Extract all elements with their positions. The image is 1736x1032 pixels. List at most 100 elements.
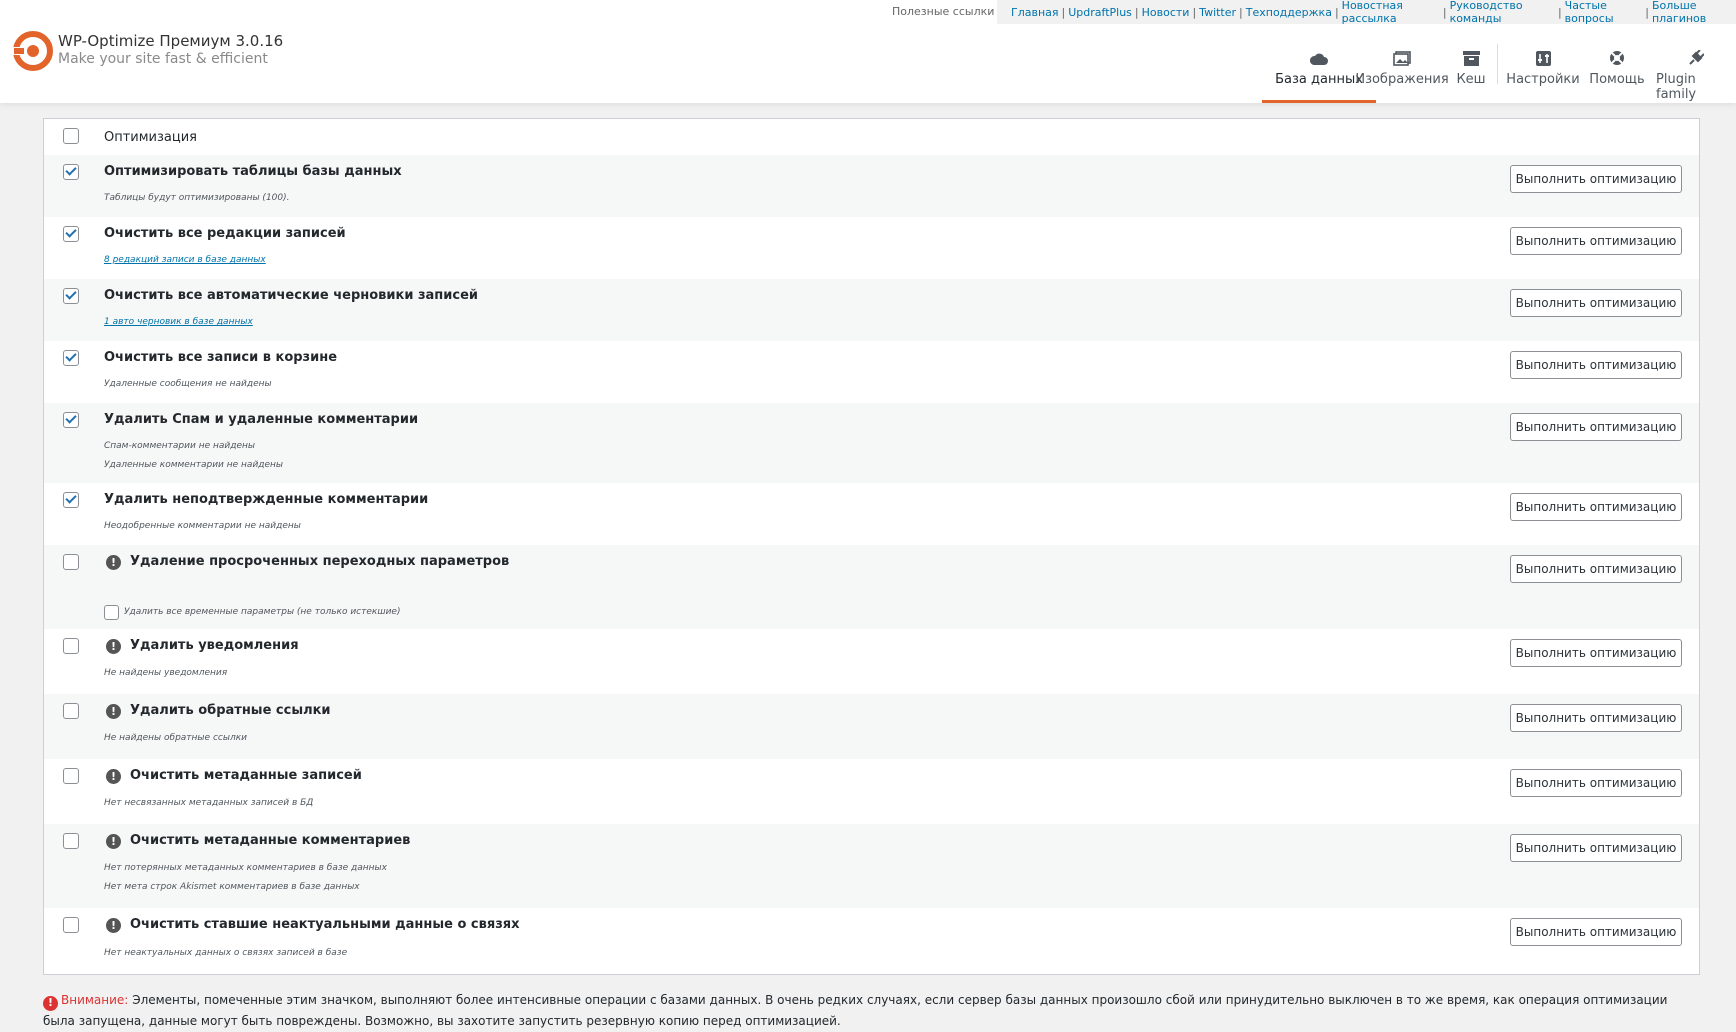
table-row: Очистить все записи в корзине Удаленные …	[44, 341, 1699, 403]
run-optimization-button[interactable]: Выполнить оптимизацию	[1510, 555, 1682, 583]
tab-cache[interactable]: Кеш	[1456, 44, 1486, 103]
table-row: ! Удалить уведомления Не найдены уведомл…	[44, 629, 1699, 694]
row-title: Оптимизировать таблицы базы данных	[104, 164, 402, 179]
row-checkbox[interactable]	[63, 350, 79, 366]
table-row: Удалить Спам и удаленные комментарии Спа…	[44, 403, 1699, 483]
row-title: Удаление просроченных переходных парамет…	[130, 554, 510, 569]
optimizations-table: Оптимизация Оптимизировать таблицы базы …	[43, 118, 1700, 975]
row-title: Очистить метаданные комментариев	[130, 833, 411, 848]
all-transients-checkbox[interactable]	[104, 605, 119, 620]
row-checkbox[interactable]	[63, 492, 79, 508]
notice-text: Элементы, помеченные этим значком, выпол…	[43, 993, 1668, 1028]
images-icon	[1393, 44, 1411, 66]
row-detail: Нет несвязанных метаданных записей в БД	[104, 798, 314, 808]
warning-icon: !	[106, 555, 121, 570]
row-detail: Нет потерянных метаданных комментариев в…	[104, 863, 387, 873]
table-header: Оптимизация	[44, 119, 1699, 156]
table-row: ! Очистить метаданные записей Нет несвяз…	[44, 759, 1699, 824]
row-checkbox[interactable]	[63, 768, 79, 784]
row-detail: Не найдены обратные ссылки	[104, 733, 247, 743]
row-title: Очистить метаданные записей	[130, 768, 362, 783]
warning-notice: ! Внимание: Элементы, помеченные этим зна…	[43, 990, 1703, 1031]
warning-icon: !	[106, 639, 121, 654]
tab-plugin-family[interactable]: Plugin family	[1656, 44, 1736, 103]
select-all-checkbox[interactable]	[63, 128, 79, 144]
tab-images[interactable]: Изображения	[1355, 44, 1449, 103]
row-checkbox[interactable]	[63, 638, 79, 654]
row-detail: Удаленные комментарии не найдены	[104, 460, 284, 470]
row-title: Очистить все редакции записей	[104, 226, 346, 241]
table-row: ! Удалить обратные ссылки Не найдены обр…	[44, 694, 1699, 759]
link-team[interactable]: Руководство команды	[1450, 0, 1555, 25]
row-title: Удалить Спам и удаленные комментарии	[104, 412, 419, 427]
run-optimization-button[interactable]: Выполнить оптимизацию	[1510, 704, 1682, 732]
row-detail: Не найдены уведомления	[104, 668, 228, 678]
run-optimization-button[interactable]: Выполнить оптимизацию	[1510, 289, 1682, 317]
row-checkbox[interactable]	[63, 164, 79, 180]
table-row: ! Очистить метаданные комментариев Нет п…	[44, 824, 1699, 908]
warning-icon: !	[106, 918, 121, 933]
run-optimization-button[interactable]: Выполнить оптимизацию	[1510, 493, 1682, 521]
row-checkbox[interactable]	[63, 917, 79, 933]
row-checkbox[interactable]	[63, 554, 79, 570]
link-support[interactable]: Техподдержка	[1246, 6, 1332, 19]
run-optimization-button[interactable]: Выполнить оптимизацию	[1510, 639, 1682, 667]
row-title: Очистить все автоматические черновики за…	[104, 288, 479, 303]
run-optimization-button[interactable]: Выполнить оптимизацию	[1510, 918, 1682, 946]
row-title: Удалить обратные ссылки	[130, 703, 331, 718]
link-news[interactable]: Новости	[1142, 6, 1190, 19]
row-detail-link[interactable]: 8 редакций записи в базе данных	[104, 255, 266, 265]
main-tabs: База данных Изображения Кеш Настройки По…	[0, 44, 1736, 103]
column-header-optimization: Оптимизация	[104, 130, 198, 145]
link-updraftplus[interactable]: UpdraftPlus	[1068, 6, 1132, 19]
link-twitter[interactable]: Twitter	[1199, 6, 1236, 19]
link-faq[interactable]: Частые вопросы	[1565, 0, 1643, 25]
warning-icon: !	[106, 704, 121, 719]
plugin-icon	[1688, 44, 1704, 66]
row-detail: Нет неактуальных данных о связях записей…	[104, 948, 348, 958]
tabs-divider	[1497, 44, 1498, 84]
link-newsletter[interactable]: Новостная рассылка	[1342, 0, 1440, 25]
row-checkbox[interactable]	[63, 226, 79, 242]
row-title: Удалить уведомления	[130, 638, 299, 653]
table-row: ! Очистить ставшие неактуальными данные …	[44, 908, 1699, 974]
row-title: Удалить неподтвержденные комментарии	[104, 492, 429, 507]
warning-icon: !	[106, 769, 121, 784]
row-detail: Таблицы будут оптимизированы (100).	[104, 193, 290, 203]
run-optimization-button[interactable]: Выполнить оптимизацию	[1510, 165, 1682, 193]
table-row: Удалить неподтвержденные комментарии Нео…	[44, 483, 1699, 545]
lifebuoy-icon	[1609, 44, 1625, 66]
run-optimization-button[interactable]: Выполнить оптимизацию	[1510, 227, 1682, 255]
alert-icon: !	[43, 995, 58, 1011]
useful-links-bar: Главная | UpdraftPlus | Новости | Twitter | …	[997, 0, 1736, 25]
row-checkbox[interactable]	[63, 833, 79, 849]
row-detail: Неодобренные комментарии не найдены	[104, 521, 301, 531]
tab-help[interactable]: Помощь	[1589, 44, 1645, 103]
row-detail: Нет мета строк Akismet комментариев в ба…	[104, 882, 360, 892]
table-row: ! Удаление просроченных переходных парам…	[44, 545, 1699, 629]
row-detail: Спам-комментарии не найдены	[104, 441, 255, 451]
settings-icon	[1535, 44, 1551, 66]
row-checkbox[interactable]	[63, 288, 79, 304]
run-optimization-button[interactable]: Выполнить оптимизацию	[1510, 834, 1682, 862]
warning-icon: !	[106, 834, 121, 849]
table-row: Очистить все автоматические черновики за…	[44, 279, 1699, 341]
row-title: Очистить все записи в корзине	[104, 350, 338, 365]
row-detail-link[interactable]: 1 авто черновик в базе данных	[104, 317, 253, 327]
table-row: Очистить все редакции записей 8 редакций…	[44, 217, 1699, 279]
link-home[interactable]: Главная	[1011, 6, 1059, 19]
plugin-header: WP-Optimize Премиум 3.0.16 Make your sit…	[0, 0, 1736, 103]
run-optimization-button[interactable]: Выполнить оптимизацию	[1510, 769, 1682, 797]
table-row: Оптимизировать таблицы базы данных Табли…	[44, 155, 1699, 217]
row-checkbox[interactable]	[63, 412, 79, 428]
all-transients-label: Удалить все временные параметры (не толь…	[124, 607, 401, 617]
row-title: Очистить ставшие неактуальными данные о …	[130, 917, 520, 932]
notice-label: Внимание:	[61, 993, 129, 1007]
run-optimization-button[interactable]: Выполнить оптимизацию	[1510, 351, 1682, 379]
row-checkbox[interactable]	[63, 703, 79, 719]
useful-links-label: Полезные ссылки	[892, 5, 995, 18]
link-more-plugins[interactable]: Больше плагинов	[1652, 0, 1736, 25]
archive-icon	[1462, 44, 1480, 66]
run-optimization-button[interactable]: Выполнить оптимизацию	[1510, 413, 1682, 441]
tab-settings[interactable]: Настройки	[1506, 44, 1580, 103]
